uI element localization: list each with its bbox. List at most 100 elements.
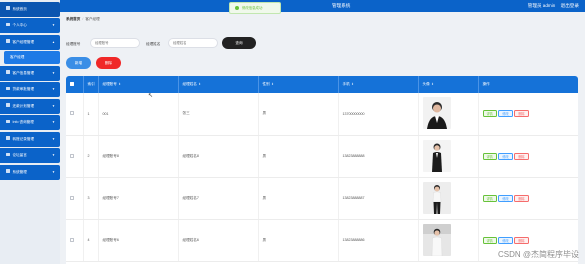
cell-index: 1 [83, 93, 99, 136]
menu-icon [6, 70, 10, 74]
cell-account: 经理账号6 [98, 219, 179, 262]
sidebar-item-label: 还款计划管理 [12, 103, 35, 108]
row-checkbox[interactable] [70, 153, 74, 158]
add-button[interactable]: 新增 [66, 57, 91, 69]
cell-account: 经理账号8 [98, 135, 179, 178]
table-row: 2 经理账号8 经理姓名8 男 13823888888 详情 修改 删除 [66, 135, 578, 178]
row-checkbox[interactable] [70, 237, 74, 242]
sidebar-item-repay[interactable]: 还款计划管理 ▼ [0, 98, 60, 114]
user-name: 管理员 admin [527, 3, 556, 8]
sidebar-subitem-manager[interactable]: 客户经理 [4, 51, 60, 64]
sidebar-item-loan[interactable]: 贷款审批管理 ▼ [0, 82, 60, 97]
chevron-down-icon: ▼ [52, 120, 55, 124]
edit-button[interactable]: 修改 [498, 110, 513, 118]
menu-icon [6, 86, 10, 91]
breadcrumb-current: 客户经理 [85, 17, 100, 21]
cell-avatar [418, 135, 479, 178]
sidebar-item-label: 客户经理管理 [12, 39, 35, 44]
cell-ops: 详情 修改 删除 [478, 93, 578, 136]
sort-icon: ⇕ [351, 82, 354, 86]
header-name[interactable]: 经理姓名 ⇕ [178, 76, 259, 93]
row-checkbox-cell [66, 177, 84, 220]
sidebar-item-label: 个人中心 [12, 23, 27, 27]
row-delete-button[interactable]: 删除 [514, 110, 529, 118]
toast-text: 修改信息成功 [242, 6, 263, 10]
cell-avatar [418, 177, 479, 220]
chevron-down-icon: ▼ [52, 103, 55, 108]
menu-icon [6, 152, 10, 157]
user-icon [6, 22, 10, 27]
cell-index: 2 [83, 135, 99, 178]
sidebar-item-transfer[interactable]: 转账记录管理 ▼ [0, 131, 60, 147]
row-delete-button[interactable]: 删除 [514, 152, 529, 160]
detail-button[interactable]: 详情 [482, 236, 497, 244]
detail-button[interactable]: 详情 [482, 110, 497, 118]
sort-icon: ⇕ [198, 82, 201, 86]
menu-icon [6, 39, 10, 43]
row-checkbox[interactable] [70, 195, 74, 200]
sidebar-item-info[interactable]: Info 咨询管理 ▼ [0, 115, 60, 130]
select-all-checkbox[interactable] [70, 82, 74, 86]
header-phone[interactable]: 手机 ⇕ [338, 76, 419, 93]
breadcrumb-home[interactable]: 系统首页 [66, 17, 80, 21]
header-avatar[interactable]: 头像 ⇕ [418, 76, 479, 93]
menu-icon [6, 136, 10, 140]
search-button[interactable]: 查询 [222, 37, 256, 49]
row-checkbox[interactable] [70, 111, 74, 116]
breadcrumb-separator: / [82, 17, 84, 21]
sidebar-item-manager[interactable]: 客户经理管理 ▲ [0, 34, 60, 50]
sidebar: 系统首页 个人中心 ▼ 客户经理管理 ▲ 客户经理 客户信息管理 ▼ 贷款审批管理 ▼ … [0, 0, 60, 264]
sidebar-item-home[interactable]: 系统首页 [0, 1, 60, 17]
edit-button[interactable]: 修改 [498, 236, 513, 244]
row-delete-button[interactable]: 删除 [514, 194, 529, 202]
cell-gender: 男 [258, 177, 339, 220]
cell-account: 经理账号7 [98, 177, 179, 220]
logout-link[interactable]: 退出登录 [561, 3, 579, 8]
cell-avatar [418, 93, 479, 136]
row-delete-button[interactable]: 删除 [514, 236, 529, 244]
menu-icon [6, 103, 10, 107]
cell-gender: 男 [258, 93, 339, 136]
data-table: 索引 经理账号 ⇕ 经理姓名 ⇕ 性别 ⇕ 手机 ⇕ 头像 ⇕ 操作 1 001 张三 男… [66, 76, 578, 264]
chevron-up-icon: ▲ [52, 39, 55, 44]
header-ops: 操作 [478, 76, 578, 93]
sidebar-item-forum[interactable]: 论坛留言 ▼ [0, 148, 60, 163]
mouse-cursor-icon: ↖ [148, 93, 154, 99]
manager-photo [422, 181, 451, 214]
delete-button[interactable]: 删除 [96, 57, 121, 69]
sidebar-item-system[interactable]: 系统管理 ▼ [0, 164, 60, 180]
sidebar-item-label: 论坛留言 [12, 153, 27, 157]
table-header-row: 索引 经理账号 ⇕ 经理姓名 ⇕ 性别 ⇕ 手机 ⇕ 头像 ⇕ 操作 [66, 76, 578, 93]
account-input[interactable] [90, 38, 140, 48]
breadcrumb: 系统首页 / 客户经理 [66, 17, 100, 22]
header-account[interactable]: 经理账号 ⇕ [98, 76, 179, 93]
detail-button[interactable]: 详情 [482, 194, 497, 202]
detail-button[interactable]: 详情 [482, 152, 497, 160]
sidebar-item-label: 系统管理 [12, 169, 27, 174]
header-index: 索引 [83, 76, 99, 93]
name-input[interactable] [168, 38, 218, 48]
search-bar: 经理账号 经理姓名 查询 [66, 37, 585, 50]
sidebar-item-customer[interactable]: 客户信息管理 ▼ [0, 65, 60, 81]
cell-account: 001 [98, 93, 179, 136]
cell-name: 张三 [178, 93, 259, 136]
chevron-down-icon: ▼ [52, 153, 55, 157]
row-checkbox-cell [66, 93, 84, 136]
menu-icon [6, 169, 10, 173]
edit-button[interactable]: 修改 [498, 152, 513, 160]
sort-icon: ⇕ [118, 82, 121, 86]
header-phone-label: 手机 [342, 82, 350, 86]
chevron-down-icon: ▼ [52, 70, 55, 75]
chevron-down-icon: ▼ [52, 87, 55, 91]
edit-button[interactable]: 修改 [498, 194, 513, 202]
cell-index: 3 [83, 177, 99, 220]
sort-icon: ⇕ [431, 82, 434, 86]
watermark: CSDN @杰简程序毕设 [497, 250, 579, 259]
sidebar-item-profile[interactable]: 个人中心 ▼ [0, 18, 60, 33]
sidebar-item-label: 转账记录管理 [12, 136, 35, 141]
header-gender[interactable]: 性别 ⇕ [258, 76, 339, 93]
header-account-label: 经理账号 [102, 82, 117, 86]
cell-avatar [418, 219, 479, 262]
manager-photo [422, 223, 451, 256]
sidebar-item-label: 系统首页 [12, 6, 27, 11]
